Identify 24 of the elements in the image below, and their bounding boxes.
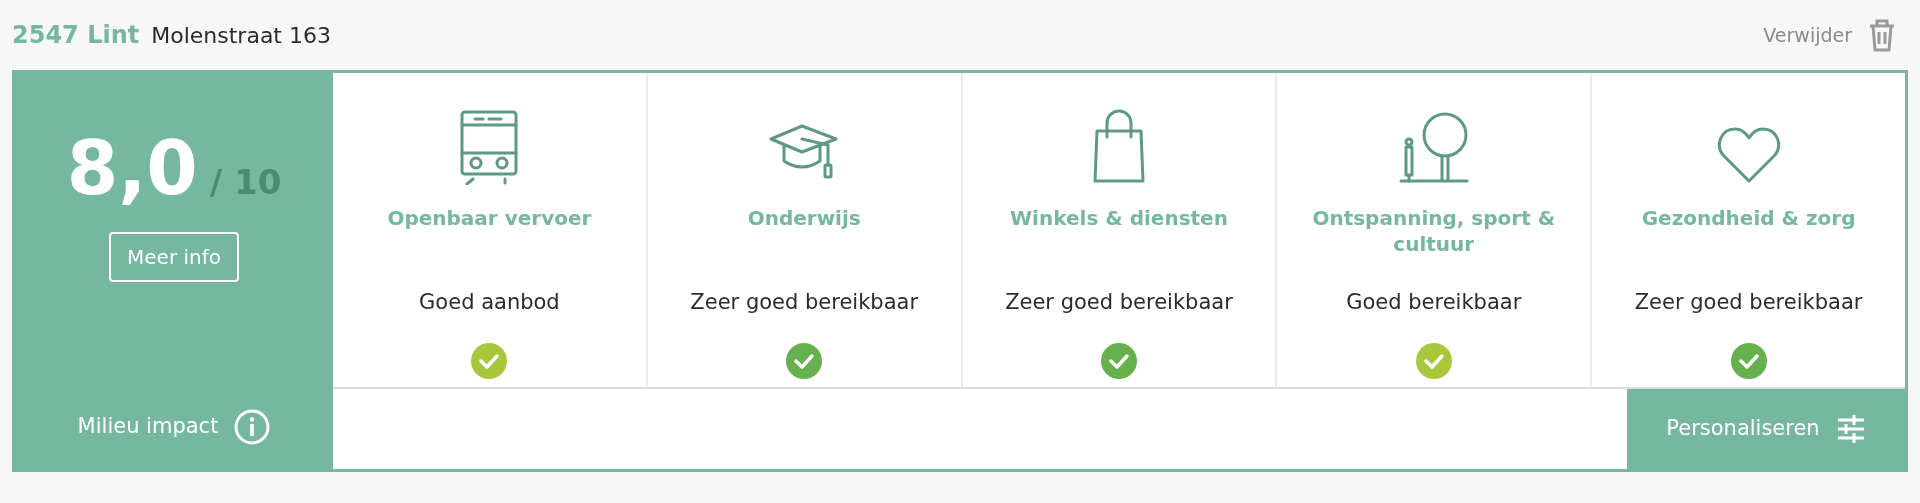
rating-text: Zeer goed bereikbaar [1634,289,1863,316]
address-heading: Molenstraat 163 [151,22,331,50]
bus-icon [459,109,520,185]
score-value: 8,0 [66,131,198,205]
category-title: Gezondheid & zorg [1641,206,1856,230]
person-and-tree-icon [1398,111,1469,185]
rating-text: Zeer goed bereikbaar [1005,289,1233,316]
category-title: Winkels & diensten [1010,206,1228,230]
trash-icon[interactable] [1868,18,1896,52]
rating-text: Zeer goed bereikbaar [690,289,919,316]
heart-icon [1716,125,1781,185]
remove-link[interactable]: Verwijder [1763,20,1852,50]
category-title: Openbaar vervoer [387,206,592,230]
info-icon[interactable] [234,409,271,445]
sliders-icon [1835,414,1866,444]
environmental-impact-label[interactable]: Milieu impact [77,411,219,443]
personalize-button[interactable]: Personaliseren [1627,389,1905,469]
rating-text: Goed bereikbaar [1346,289,1522,316]
city-heading: 2547 Lint [12,20,140,51]
shopping-bag-icon [1092,109,1146,185]
rating-text: Goed aanbod [419,289,560,316]
category-title: Ontspanning, sport & cultuur [1312,206,1556,256]
category-title: Onderwijs [747,206,861,230]
more-info-button[interactable]: Meer info [109,232,239,282]
